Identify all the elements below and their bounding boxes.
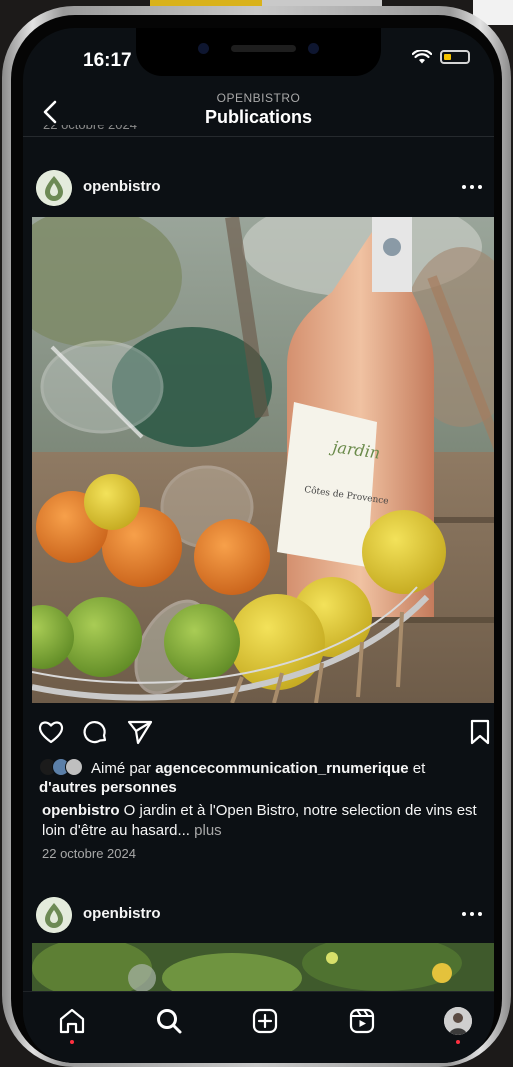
liker-avatar — [65, 758, 83, 776]
avatar[interactable] — [36, 170, 72, 206]
speaker — [231, 45, 296, 52]
liked-by[interactable]: Aimé par agencecommunication_rnumerique … — [39, 758, 484, 797]
caption-username[interactable]: openbistro — [42, 802, 120, 819]
header-account: OPENBISTRO — [216, 91, 301, 105]
profile-photo — [444, 1007, 472, 1035]
reels-icon[interactable] — [347, 1006, 377, 1036]
notification-dot — [70, 1040, 74, 1044]
front-camera — [198, 43, 209, 54]
liked-joiner: et — [408, 760, 426, 777]
battery-icon — [440, 50, 470, 64]
more-horizontal-icon[interactable] — [460, 904, 484, 924]
post-caption: openbistro O jardin et à l'Open Bistro, … — [42, 801, 487, 841]
post-actions — [23, 714, 494, 750]
post-header: openbistro — [23, 163, 494, 213]
avatar[interactable] — [36, 897, 72, 933]
post-photo — [32, 943, 494, 998]
post-photo: jardin Côtes de Provence — [32, 217, 494, 703]
comment-icon[interactable] — [81, 718, 109, 746]
front-sensor — [308, 43, 319, 54]
liked-prefix: Aimé par — [91, 760, 156, 777]
home-icon[interactable] — [57, 1006, 87, 1036]
liked-others[interactable]: d'autres personnes — [39, 779, 177, 796]
liked-user[interactable]: agencecommunication_rnumerique — [155, 760, 408, 777]
post-image[interactable]: jardin Côtes de Provence — [32, 217, 494, 703]
more-horizontal-icon[interactable] — [460, 177, 484, 197]
post-username[interactable]: openbistro — [83, 905, 161, 922]
liked-avatars — [39, 758, 91, 776]
previous-post-date: 22 octobre 2024 — [43, 125, 137, 135]
status-time: 16:17 — [83, 50, 132, 71]
app-screen: 16:17 OPENBISTRO Publications 22 octobre… — [23, 28, 494, 1063]
notch — [136, 28, 381, 76]
bookmark-icon[interactable] — [466, 718, 494, 746]
heart-icon[interactable] — [37, 718, 65, 746]
profile-avatar[interactable] — [444, 1007, 472, 1035]
post-username[interactable]: openbistro — [83, 178, 161, 195]
bottom-tab-bar — [23, 991, 494, 1063]
plus-square-icon[interactable] — [250, 1006, 280, 1036]
wifi-icon — [412, 50, 432, 64]
post-image[interactable] — [32, 943, 494, 998]
post-date: 22 octobre 2024 — [42, 846, 136, 861]
status-icons — [412, 50, 470, 64]
search-icon[interactable] — [154, 1006, 184, 1036]
caption-more-link[interactable]: plus — [194, 822, 222, 839]
post-header: openbistro — [23, 890, 494, 940]
notification-dot — [456, 1040, 460, 1044]
divider — [23, 136, 494, 137]
send-icon[interactable] — [126, 718, 154, 746]
